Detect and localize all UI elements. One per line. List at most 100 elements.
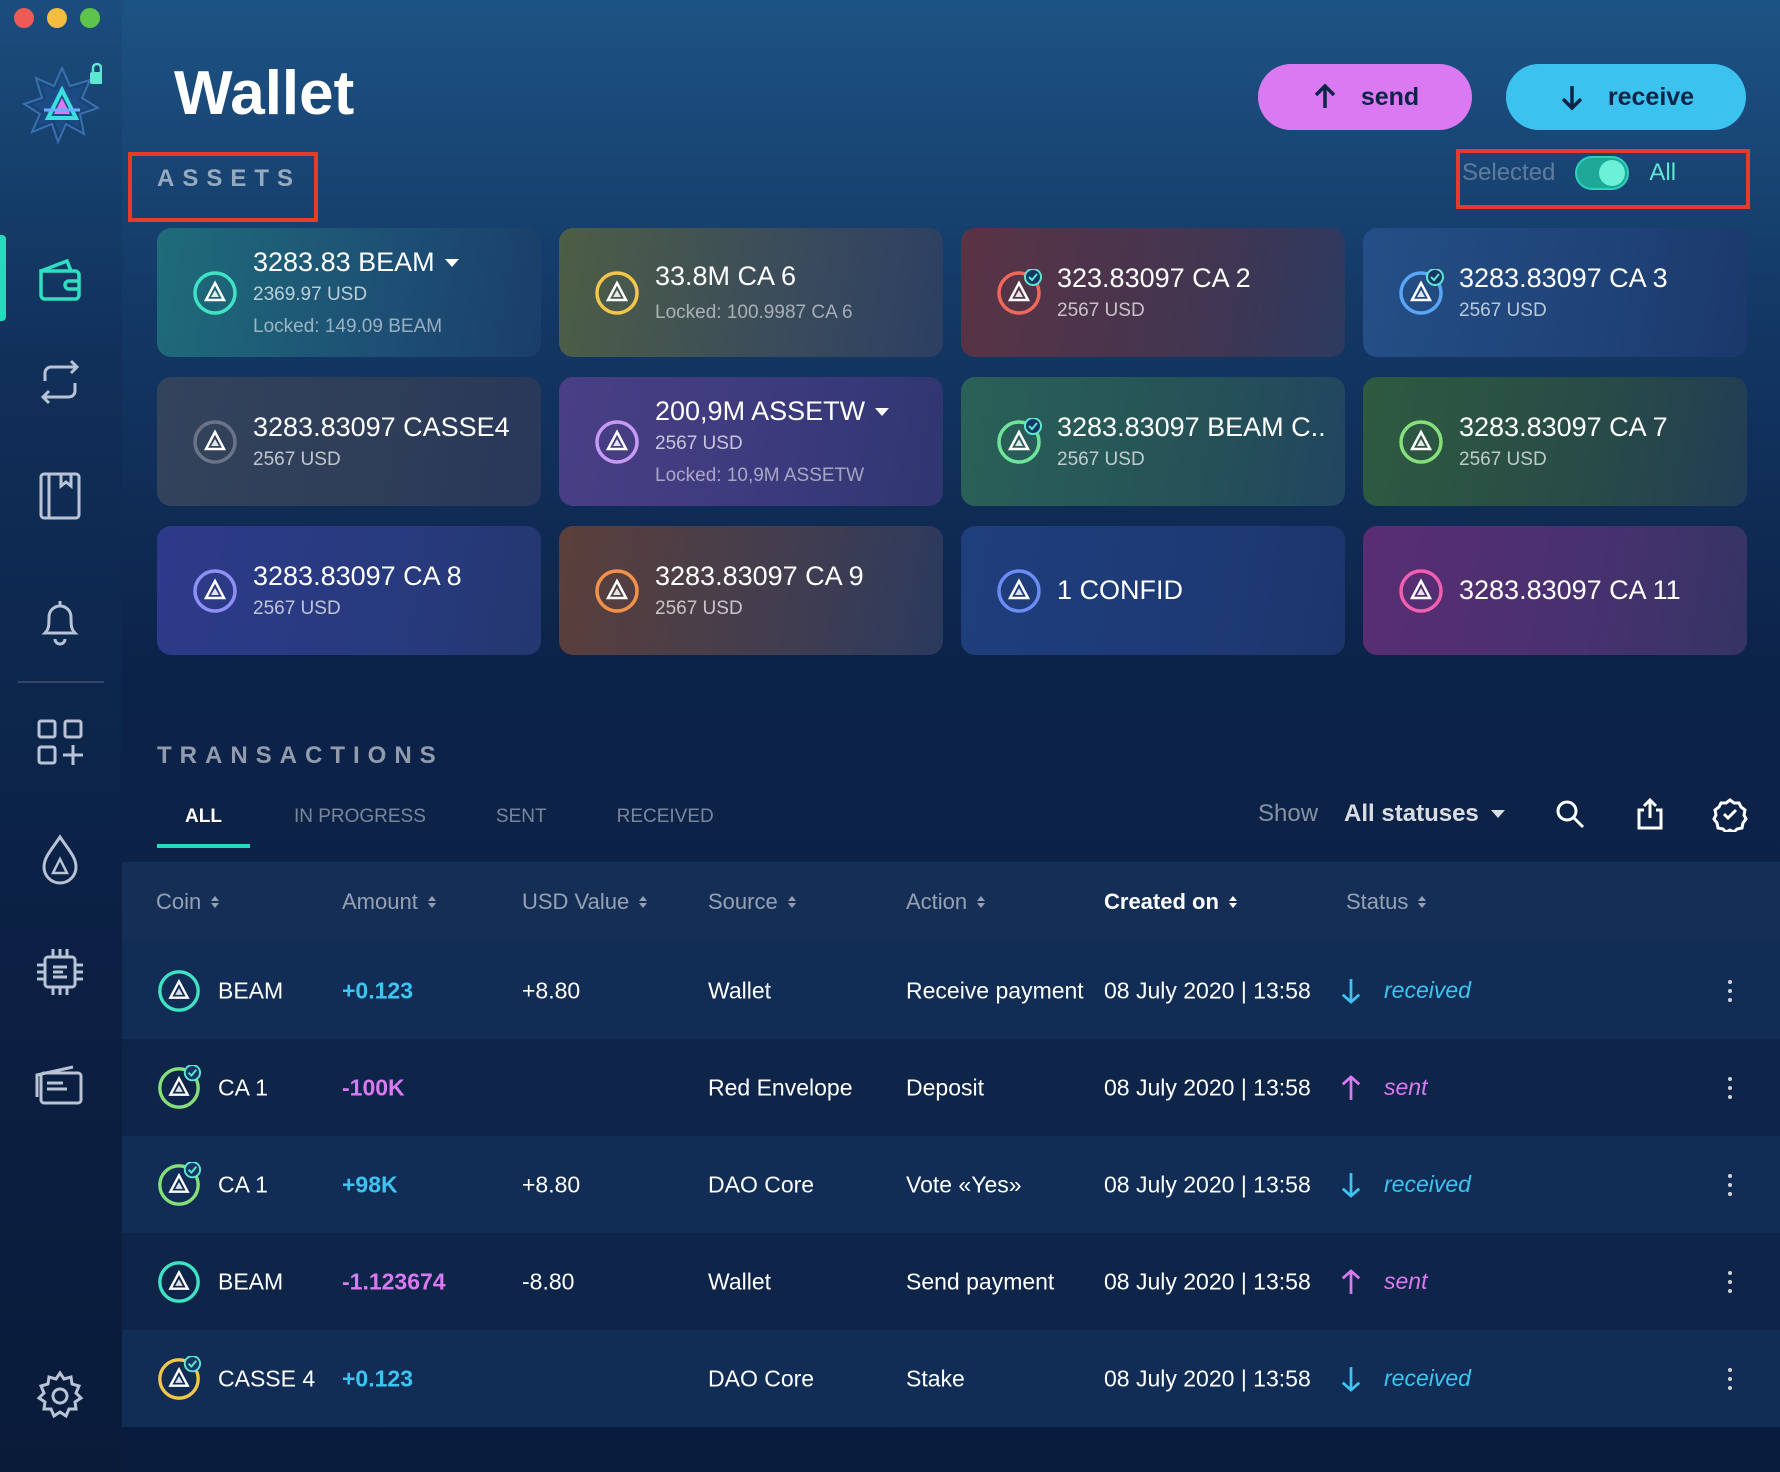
asset-card[interactable]: 1 CONFID <box>961 526 1345 655</box>
asset-usd-value: 2567 USD <box>253 449 341 470</box>
asset-card[interactable]: 3283.83097 CA 11 <box>1363 526 1747 655</box>
asset-usd-value: 2567 USD <box>655 433 743 454</box>
amount-value: +0.123 <box>342 977 413 1003</box>
asset-amount-text: 1 CONFID <box>1057 575 1184 605</box>
status-dropdown-value: All statuses <box>1344 800 1479 827</box>
column-header-source[interactable]: Source <box>708 889 796 915</box>
maximize-window-button[interactable] <box>80 8 100 28</box>
more-options-icon[interactable] <box>1728 1367 1732 1390</box>
receive-button[interactable]: receive <box>1506 64 1746 130</box>
status-value: received <box>1340 1365 1471 1393</box>
status-dropdown[interactable]: All statuses <box>1344 800 1505 828</box>
bell-icon <box>41 601 79 646</box>
coin-name: CASSE 4 <box>218 1365 316 1391</box>
send-button-label: send <box>1360 82 1420 111</box>
asset-card[interactable]: 3283.83097 CA 9 2567 USD <box>559 526 943 655</box>
asset-amount: 200,9M ASSETW <box>655 396 943 427</box>
chevron-down-icon[interactable] <box>444 258 459 267</box>
asset-card[interactable]: 33.8M CA 6 Locked: 100.9987 CA 6 <box>559 228 943 357</box>
tab-sent[interactable]: SENT <box>496 800 547 848</box>
usd-value: +8.80 <box>522 1171 581 1197</box>
receive-button-label: receive <box>1607 82 1695 111</box>
minimize-window-button[interactable] <box>47 8 67 28</box>
sidebar-item-faucet[interactable] <box>30 830 90 890</box>
close-window-button[interactable] <box>14 8 34 28</box>
tab-received[interactable]: RECEIVED <box>617 800 714 848</box>
more-options-icon[interactable] <box>1728 1173 1732 1196</box>
toggle-highlight-box <box>1456 149 1750 209</box>
column-header-coin[interactable]: Coin <box>156 889 220 915</box>
action-value: Stake <box>906 1365 965 1391</box>
asset-card[interactable]: 3283.83097 BEAM C.. 2567 USD <box>961 377 1345 506</box>
search-icon <box>1556 800 1585 829</box>
column-header-amount[interactable]: Amount <box>342 889 436 915</box>
table-row[interactable]: CASSE 4 +0.123 DAO Core Stake 08 July 2020 |… <box>122 1330 1780 1427</box>
table-row[interactable]: CA 1 +98K +8.80 DAO Core Vote «Yes» 08 July 2… <box>122 1136 1780 1233</box>
column-header-label: Coin <box>156 889 202 914</box>
search-button[interactable] <box>1552 796 1592 836</box>
faucet-icon <box>42 834 78 885</box>
asset-card[interactable]: 200,9M ASSETW 2567 USD Locked: 10,9M ASSET… <box>559 377 943 506</box>
status-filter: Show All statuses <box>1258 800 1505 828</box>
verified-coin-icon <box>1399 268 1444 315</box>
sidebar-item-addressbook[interactable] <box>30 465 90 525</box>
asset-card[interactable]: 3283.83 BEAM 2369.97 USD Locked: 149.09 BE… <box>157 228 541 357</box>
sidebar-item-node[interactable] <box>30 942 90 1002</box>
coin-name: BEAM <box>218 1268 284 1294</box>
column-header-action[interactable]: Action <box>906 889 986 915</box>
sidebar-divider <box>18 681 104 683</box>
sidebar-item-notifications[interactable] <box>30 592 90 652</box>
arrow-up-icon <box>1314 83 1336 108</box>
window-controls <box>14 8 100 28</box>
transactions-tabs: ALL IN PROGRESS SENT RECEIVED <box>157 800 784 848</box>
transactions-table: Coin Amount USD Value Source Action Created o… <box>122 862 1780 1427</box>
export-button[interactable] <box>1632 796 1672 836</box>
column-header-status[interactable]: Status <box>1346 889 1427 915</box>
table-row[interactable]: CA 1 -100K Red Envelope Deposit 08 July 2020… <box>122 1039 1780 1136</box>
chevron-down-icon <box>1490 810 1505 818</box>
sidebar-item-cards[interactable] <box>30 1056 90 1116</box>
table-row[interactable]: BEAM -1.123674 -8.80 Wallet Send payment 08 J… <box>122 1233 1780 1330</box>
tab-all[interactable]: ALL <box>157 800 250 848</box>
asset-amount-text: 3283.83097 CA 8 <box>253 561 462 591</box>
sidebar-active-indicator <box>0 235 6 321</box>
sidebar-item-settings[interactable] <box>30 1366 90 1426</box>
asset-amount-text: 3283.83097 BEAM C.. <box>1057 412 1326 442</box>
table-row[interactable]: BEAM +0.123 +8.80 Wallet Receive payment 08 J… <box>122 942 1780 1039</box>
wallet-icon <box>39 258 81 301</box>
asset-card[interactable]: 3283.83097 CA 7 2567 USD <box>1363 377 1747 506</box>
wallet-app: Wallet send receive ASSETS Selected All … <box>0 0 1780 1472</box>
chevron-down-icon[interactable] <box>875 407 890 416</box>
column-header-label: Status <box>1346 889 1409 914</box>
more-options-icon[interactable] <box>1728 979 1732 1002</box>
sidebar-item-dapps[interactable] <box>30 712 90 772</box>
column-header-usd-value[interactable]: USD Value <box>522 889 648 915</box>
assets-highlight-box <box>128 152 318 222</box>
asset-card[interactable]: 323.83097 CA 2 2567 USD <box>961 228 1345 357</box>
more-options-icon[interactable] <box>1728 1076 1732 1099</box>
asset-card[interactable]: 3283.83097 CA 8 2567 USD <box>157 526 541 655</box>
verified-filter-button[interactable] <box>1712 796 1752 836</box>
status-text: received <box>1384 1365 1471 1391</box>
sidebar-item-wallet[interactable] <box>30 250 90 310</box>
column-header-created-on[interactable]: Created on <box>1104 889 1237 915</box>
send-button[interactable]: send <box>1258 64 1472 130</box>
coin-icon <box>193 270 237 315</box>
asset-amount: 3283.83097 CA 3 <box>1459 263 1747 294</box>
sort-icon <box>211 896 220 908</box>
coin-icon <box>997 568 1041 613</box>
asset-amount-text: 323.83097 CA 2 <box>1057 263 1251 293</box>
amount-value: +98K <box>342 1171 398 1197</box>
arrow-down-icon <box>1561 86 1583 111</box>
status-value: received <box>1340 1171 1471 1199</box>
more-options-icon[interactable] <box>1728 1270 1732 1293</box>
action-value: Deposit <box>906 1074 984 1100</box>
created-on-value: 08 July 2020 | 13:58 <box>1104 977 1311 1003</box>
asset-card[interactable]: 3283.83097 CASSE4 2567 USD <box>157 377 541 506</box>
coin-name: BEAM <box>218 977 284 1003</box>
sidebar-item-swap[interactable] <box>30 352 90 412</box>
asset-usd-value: 2567 USD <box>1459 449 1547 470</box>
status-text: received <box>1384 977 1471 1003</box>
tab-in-progress[interactable]: IN PROGRESS <box>294 800 426 848</box>
asset-card[interactable]: 3283.83097 CA 3 2567 USD <box>1363 228 1747 357</box>
